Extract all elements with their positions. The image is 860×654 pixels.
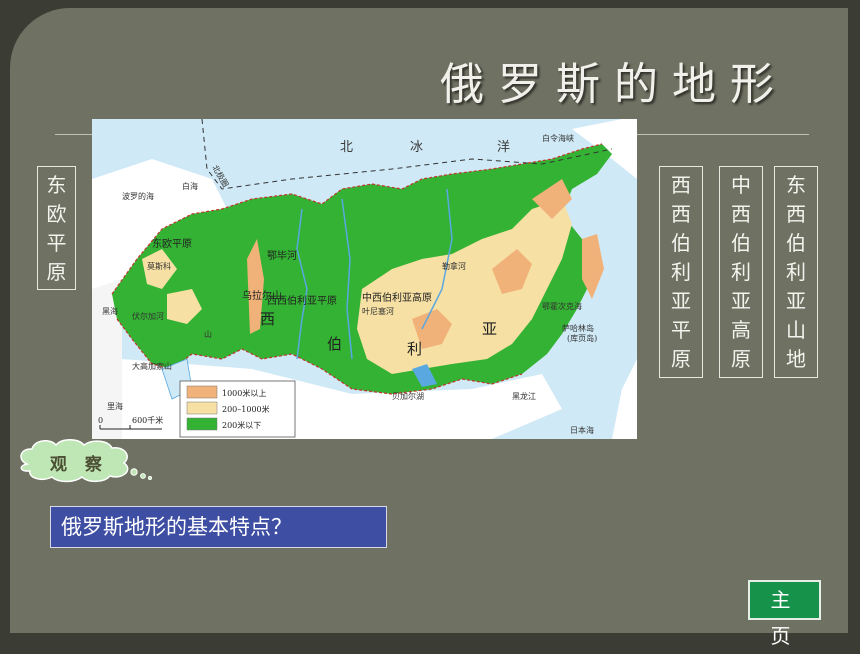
- char: 伯: [671, 231, 691, 255]
- baikal-label: 贝加尔湖: [392, 391, 424, 401]
- black-sea-label: 黑海: [102, 306, 118, 316]
- char: 平: [671, 318, 691, 342]
- white-sea-label: 白海: [182, 181, 198, 191]
- legend-label-high: 1000米以上: [222, 388, 266, 398]
- char: 山: [786, 318, 806, 342]
- char: 中: [731, 173, 751, 197]
- caucasus-label: 大高加索山: [132, 361, 172, 371]
- lena-label: 勒拿河: [442, 261, 466, 271]
- sakhalin-sub-label: (库页岛): [567, 333, 597, 343]
- map-legend: 1000米以上 200–1000米 200米以下: [179, 380, 296, 438]
- char: 西: [671, 173, 691, 197]
- central-siberian-plateau-box[interactable]: 中 西 伯 利 亚 高 原: [719, 166, 763, 378]
- central-siberian-plateau-label: 中西伯利亚高原: [362, 291, 432, 304]
- ocean-label-yang: 洋: [497, 140, 510, 155]
- divider-right: [637, 134, 809, 135]
- char: 利: [786, 260, 806, 284]
- baltic-label: 波罗的海: [122, 191, 154, 201]
- map-word-li: 利: [407, 340, 422, 358]
- yenisei-label: 叶尼塞河: [362, 306, 394, 316]
- bering-strait-label: 白令海峡: [542, 133, 574, 143]
- sakhalin-label: 萨哈林岛: [562, 323, 594, 333]
- char: 西: [671, 202, 691, 226]
- sea-japan-label: 日本海: [570, 425, 594, 435]
- char: 原: [671, 347, 691, 371]
- scale-zero-label: 0: [98, 416, 103, 425]
- russia-terrain-map: 北 冰 洋 白令海峡 北极圈 波罗的海 莫斯科 叶尼塞河 勒拿河 鄂霍次克海 萨…: [92, 119, 637, 439]
- ocean-label-bei: 北: [340, 140, 353, 155]
- map-svg: 北 冰 洋 白令海峡 北极圈 波罗的海 莫斯科 叶尼塞河 勒拿河 鄂霍次克海 萨…: [92, 119, 637, 439]
- char: 高: [731, 318, 751, 342]
- home-button[interactable]: 主 页: [748, 580, 821, 648]
- char: 地: [786, 347, 806, 371]
- char: 东: [786, 173, 806, 197]
- char: 西: [731, 202, 751, 226]
- char: 利: [671, 260, 691, 284]
- ob-river-label: 鄂毕河: [267, 249, 297, 262]
- char: 原: [731, 347, 751, 371]
- slide-frame: 俄罗斯的地形 北 冰 洋 白令海峡 北极圈 波罗的海 莫斯科 叶尼塞河 勒拿河 …: [0, 0, 860, 648]
- char: 东: [46, 173, 67, 197]
- caspian-label: 里海: [107, 401, 123, 411]
- west-siberian-plain-label: 西西伯利亚平原: [267, 294, 337, 307]
- legend-label-low: 200米以下: [222, 420, 261, 430]
- legend-swatch-low: [186, 417, 218, 431]
- char: 伯: [786, 231, 806, 255]
- ocean-label-bing: 冰: [410, 140, 423, 155]
- legend-label-mid: 200–1000米: [222, 404, 270, 414]
- kazakh-upland-label: 山: [204, 329, 212, 339]
- east-european-plain-box[interactable]: 东 欧 平 原: [37, 166, 76, 290]
- moscow-label: 莫斯科: [147, 261, 171, 271]
- east-siberian-mountains-box[interactable]: 东 西 伯 利 亚 山 地: [774, 166, 818, 378]
- page-title: 俄罗斯的地形: [440, 59, 788, 110]
- observe-bubble[interactable]: 观 察: [12, 436, 162, 486]
- char: 亚: [731, 289, 751, 313]
- east-euro-plain-label: 东欧平原: [152, 237, 192, 250]
- question-box: 俄罗斯地形的基本特点？: [50, 506, 387, 548]
- japan-land: [612, 359, 637, 439]
- map-word-bo: 伯: [327, 335, 342, 353]
- amur-label: 黑龙江: [512, 391, 536, 401]
- char: 亚: [671, 289, 691, 313]
- okhotsk-label: 鄂霍次克海: [542, 301, 582, 311]
- west-siberian-plain-box[interactable]: 西 西 伯 利 亚 平 原: [659, 166, 703, 378]
- legend-swatch-high: [186, 385, 218, 399]
- map-word-xi: 西: [260, 310, 275, 328]
- observe-label: 观 察: [50, 455, 108, 475]
- char: 平: [46, 231, 67, 255]
- char: 伯: [731, 231, 751, 255]
- char: 亚: [786, 289, 806, 313]
- char: 原: [46, 260, 67, 284]
- char: 欧: [46, 202, 67, 226]
- legend-swatch-mid: [186, 401, 218, 415]
- divider-left: [55, 134, 92, 135]
- char: 利: [731, 260, 751, 284]
- char: 西: [786, 202, 806, 226]
- map-word-ya: 亚: [482, 320, 497, 338]
- volga-label: 伏尔加河: [132, 311, 164, 321]
- scale-distance-label: 600千米: [132, 415, 163, 425]
